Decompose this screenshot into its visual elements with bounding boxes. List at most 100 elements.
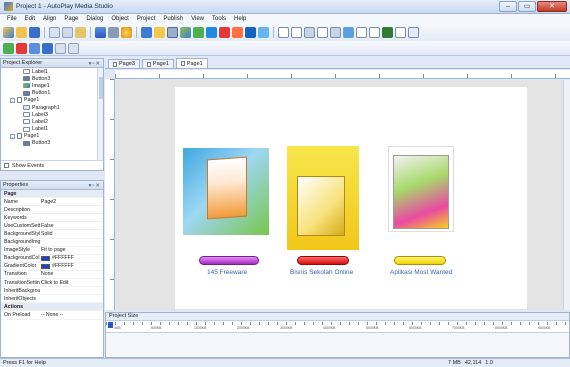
menu-tools[interactable]: Tools [208, 16, 230, 22]
add-listbox-icon[interactable] [278, 27, 289, 38]
property-group[interactable]: Page [1, 190, 103, 199]
property-row[interactable]: BackgroundCol #FFFFFF [1, 255, 103, 263]
property-value[interactable]: -- None -- [41, 312, 103, 318]
property-value[interactable]: Solid [41, 231, 103, 237]
property-row[interactable]: On Preload -- None -- [1, 311, 103, 320]
property-row[interactable]: InheritBackgrou [1, 287, 103, 296]
tab-page3[interactable]: Page3 [108, 59, 140, 68]
add-input-icon[interactable] [245, 27, 256, 38]
property-value[interactable]: #FFFFFF [41, 263, 103, 269]
scrollbar-thumb[interactable] [99, 77, 103, 99]
property-row[interactable]: GradientColor #FFFFFF [1, 263, 103, 271]
add-image-icon[interactable] [180, 27, 191, 38]
page-properties-icon[interactable] [29, 42, 40, 54]
tree-item[interactable]: - Page1 [1, 97, 103, 104]
menu-object[interactable]: Object [107, 16, 132, 22]
back-page-icon[interactable] [3, 42, 14, 54]
duplicate-page-icon[interactable] [55, 42, 66, 54]
property-row[interactable]: UseCustomSett False [1, 222, 103, 231]
add-rich-text-icon[interactable] [356, 27, 367, 38]
property-value[interactable]: Click to Edit [41, 280, 103, 286]
property-group[interactable]: Actions [1, 303, 103, 312]
menu-align[interactable]: Align [39, 16, 60, 22]
red-button[interactable] [297, 256, 349, 265]
property-value[interactable]: None [41, 271, 103, 277]
add-slider-icon[interactable] [343, 27, 354, 38]
purple-button[interactable] [199, 256, 259, 265]
menu-dialog[interactable]: Dialog [82, 16, 107, 22]
add-hotspot-icon[interactable] [258, 27, 269, 38]
collapse-icon[interactable]: - [10, 133, 15, 139]
book-cover-aplikasi-most-wanted-image[interactable] [388, 146, 454, 232]
add-radio-icon[interactable] [395, 27, 406, 38]
tree-item[interactable]: Label2 [1, 118, 103, 125]
tab-page1-active[interactable]: Page1 [175, 58, 208, 68]
minimize-button[interactable]: – [499, 1, 517, 12]
panel-pin-close-icon[interactable]: ▾▫✕ [89, 182, 101, 190]
menu-file[interactable]: File [3, 16, 21, 22]
open-folder-icon[interactable] [16, 27, 27, 38]
property-row[interactable]: Name Page2 [1, 198, 103, 207]
property-row[interactable]: TransitionSettin Click to Edit [1, 279, 103, 288]
add-combobox-icon[interactable] [291, 27, 302, 38]
property-row[interactable]: Transition None [1, 271, 103, 280]
menu-publish[interactable]: Publish [159, 16, 187, 22]
tree-item[interactable]: Button3 [1, 140, 103, 147]
add-grid-icon[interactable] [330, 27, 341, 38]
yellow-button[interactable] [394, 256, 446, 265]
add-web-icon[interactable] [219, 27, 230, 38]
copy-icon[interactable] [62, 27, 73, 38]
book-cover-bisnis-sekolah-image[interactable] [287, 146, 359, 250]
tab-page1[interactable]: Page1 [141, 59, 174, 68]
property-row[interactable]: ImageStyle Fit to page [1, 247, 103, 255]
add-pdf-icon[interactable] [232, 27, 243, 38]
page-settings-icon[interactable] [68, 42, 79, 54]
collapse-icon[interactable]: - [10, 97, 15, 103]
property-row[interactable]: InheritObjects [1, 295, 103, 304]
menu-page[interactable]: Page [60, 16, 82, 22]
add-button-object-icon[interactable] [141, 27, 152, 38]
tree-item[interactable]: Button1 [1, 90, 103, 97]
property-row[interactable]: Description [1, 206, 103, 215]
explorer-scrollbar[interactable] [97, 68, 103, 160]
tree-item[interactable]: Paragraph1 [1, 104, 103, 111]
maximize-button[interactable]: ▭ [518, 1, 536, 12]
add-tree-icon[interactable] [317, 27, 328, 38]
show-events-checkbox[interactable] [4, 163, 9, 168]
close-button[interactable]: ✕ [537, 1, 567, 12]
tree-item[interactable]: Label1 [1, 126, 103, 133]
book-cover-145-freeware-image[interactable] [183, 148, 269, 235]
add-video-icon[interactable] [206, 27, 217, 38]
panel-pin-close-icon[interactable]: ▾▫✕ [89, 60, 101, 68]
tree-item[interactable]: Button3 [1, 75, 103, 82]
add-paragraph-icon[interactable] [167, 27, 178, 38]
menu-edit[interactable]: Edit [21, 16, 39, 22]
menu-view[interactable]: View [187, 16, 208, 22]
preview-icon[interactable] [95, 27, 106, 38]
add-plugin-icon[interactable] [382, 27, 393, 38]
property-row[interactable]: BackgroundImg [1, 239, 103, 247]
paste-icon[interactable] [75, 27, 86, 38]
add-checkbox-icon[interactable] [369, 27, 380, 38]
delete-page-icon[interactable] [16, 42, 27, 54]
menu-help[interactable]: Help [230, 16, 250, 22]
property-row[interactable]: Keywords [1, 214, 103, 223]
tree-item[interactable]: Label1 [1, 68, 103, 75]
canvas-scrollbar[interactable] [563, 80, 570, 310]
add-progress-icon[interactable] [304, 27, 315, 38]
tree-item[interactable]: Label3 [1, 111, 103, 118]
add-line-icon[interactable] [408, 27, 419, 38]
add-flash-icon[interactable] [193, 27, 204, 38]
new-project-icon[interactable] [3, 27, 14, 38]
property-row[interactable]: BackgroundStyl Solid [1, 230, 103, 239]
menu-project[interactable]: Project [133, 16, 160, 22]
new-page-icon[interactable] [42, 42, 53, 54]
property-value[interactable]: False [41, 223, 103, 229]
show-events-row[interactable]: Show Events [1, 160, 103, 170]
property-value[interactable]: Page2 [41, 199, 103, 205]
publish-icon[interactable] [108, 27, 119, 38]
build-icon[interactable] [121, 27, 132, 38]
save-icon[interactable] [29, 27, 40, 38]
property-value[interactable]: #FFFFFF [41, 255, 103, 261]
tree-item[interactable]: Image1 [1, 82, 103, 89]
